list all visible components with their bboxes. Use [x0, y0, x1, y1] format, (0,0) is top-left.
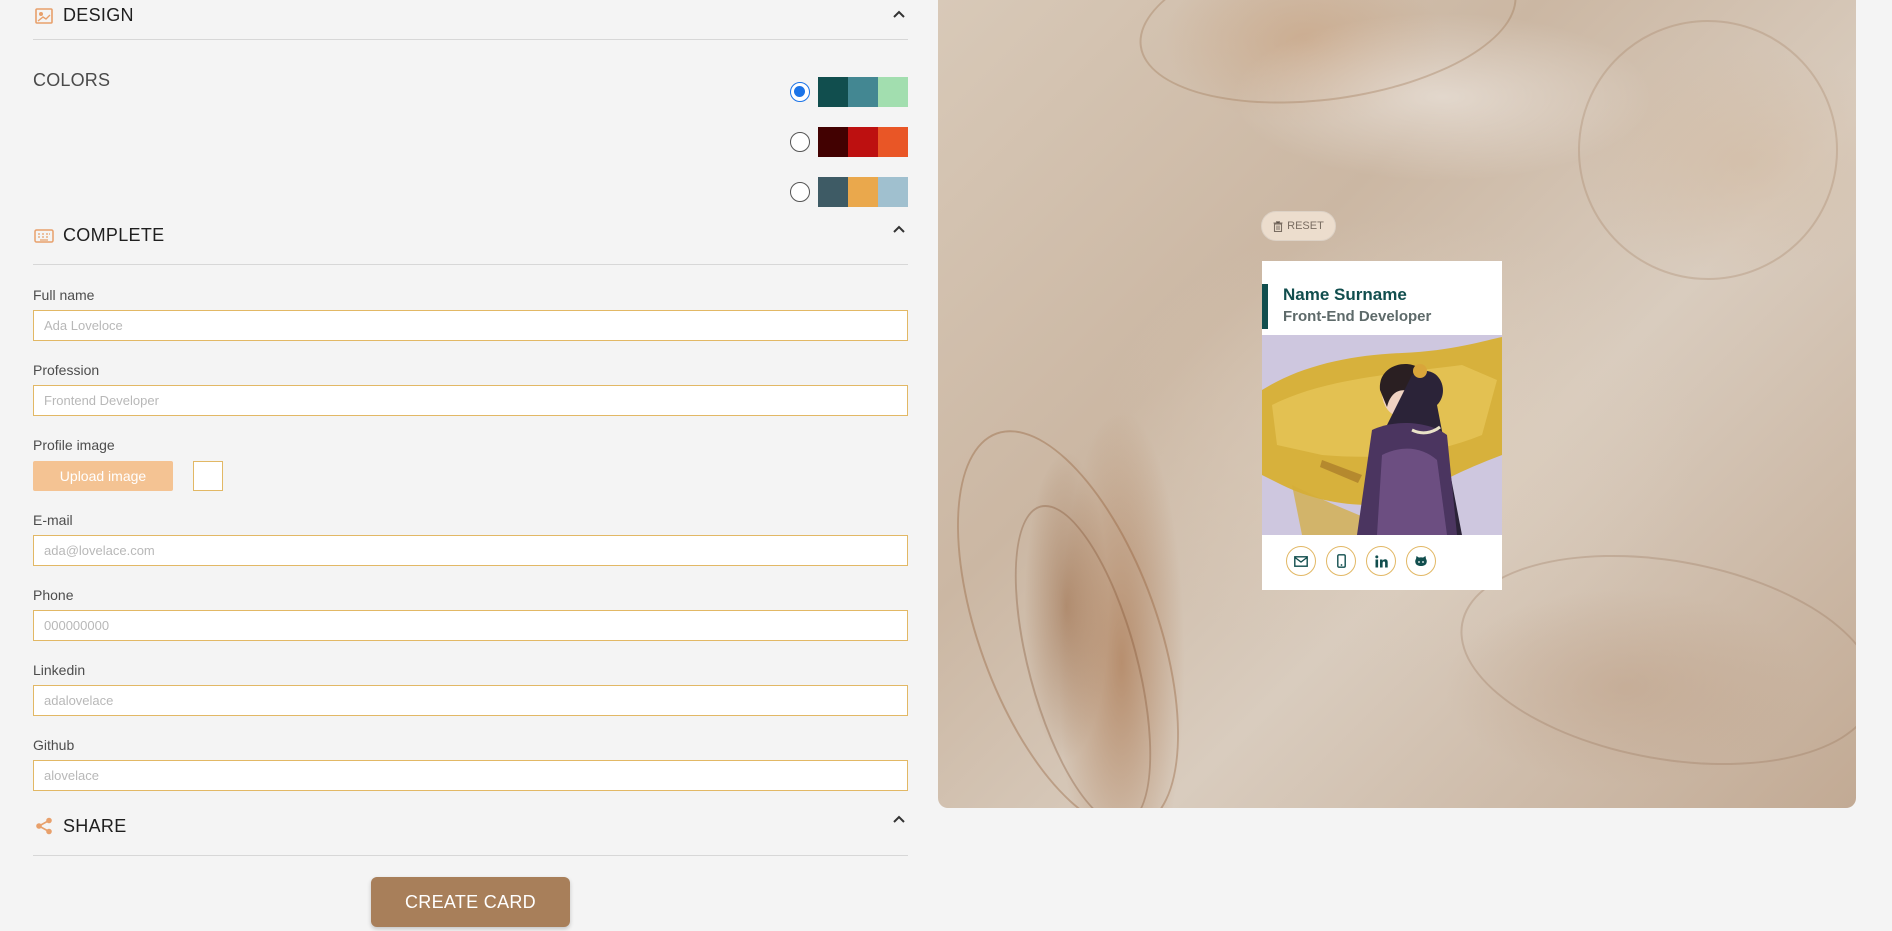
share-icon	[33, 817, 54, 835]
github-input[interactable]	[33, 760, 908, 791]
card-name-block: Name Surname Front-End Developer	[1262, 284, 1502, 329]
mobile-phone-icon[interactable]	[1326, 546, 1356, 576]
marble-vein	[1535, 0, 1856, 323]
github-icon[interactable]	[1406, 546, 1436, 576]
design-section-header[interactable]: DESIGN	[33, 0, 908, 40]
palette-swatch	[878, 177, 908, 207]
profile-image-preview	[193, 461, 223, 491]
profile-image-label: Profile image	[33, 437, 115, 453]
palette-swatch	[878, 127, 908, 157]
palette-radio-1[interactable]	[790, 82, 810, 102]
palette-option-2[interactable]	[790, 127, 908, 157]
palette-radio-2[interactable]	[790, 132, 810, 152]
card-profile-photo	[1262, 335, 1502, 535]
complete-section-title: COMPLETE	[63, 225, 165, 245]
profession-input[interactable]	[33, 385, 908, 416]
palette-swatch	[818, 177, 848, 207]
chevron-up-icon[interactable]	[890, 220, 908, 238]
palette-swatch	[848, 127, 878, 157]
palette-option-1[interactable]	[790, 77, 908, 107]
linkedin-label: Linkedin	[33, 662, 86, 678]
mail-icon[interactable]	[1286, 546, 1316, 576]
palette-swatch	[848, 177, 878, 207]
palette-swatch	[818, 127, 848, 157]
linkedin-icon[interactable]	[1366, 546, 1396, 576]
design-section-title: DESIGN	[63, 5, 134, 25]
phone-label: Phone	[33, 587, 74, 603]
palette-radio-3[interactable]	[790, 182, 810, 202]
complete-section-header[interactable]: COMPLETE	[33, 207, 908, 265]
upload-image-button[interactable]: Upload image	[33, 461, 173, 491]
reset-label: RESET	[1287, 220, 1324, 232]
palette-icon	[33, 7, 54, 25]
email-label: E-mail	[33, 512, 73, 528]
fullname-input[interactable]	[33, 310, 908, 341]
card-social-links	[1286, 546, 1436, 576]
card-preview-panel: RESET Name Surname Front-End Developer	[938, 0, 1856, 808]
chevron-up-icon[interactable]	[890, 810, 908, 828]
fullname-label: Full name	[33, 287, 95, 303]
card-name: Name Surname	[1283, 285, 1407, 304]
colors-label: COLORS	[33, 70, 111, 90]
share-section-title: SHARE	[63, 815, 127, 836]
marble-vein	[1443, 525, 1856, 795]
palette-option-3[interactable]	[790, 177, 908, 207]
github-label: Github	[33, 737, 75, 753]
create-card-button[interactable]: CREATE CARD	[371, 877, 570, 927]
card-job: Front-End Developer	[1283, 308, 1432, 325]
chevron-up-icon[interactable]	[890, 5, 908, 23]
marble-vein	[1128, 0, 1528, 126]
linkedin-input[interactable]	[33, 685, 908, 716]
palette-swatch	[818, 77, 848, 107]
form-column: DESIGN COLORS COMPLETE Full name Profess…	[33, 0, 908, 931]
profession-label: Profession	[33, 362, 100, 378]
palette-swatch	[878, 77, 908, 107]
profile-card: Name Surname Front-End Developer	[1262, 261, 1502, 590]
share-section-header[interactable]: SHARE	[33, 797, 908, 856]
palette-swatch	[848, 77, 878, 107]
reset-button[interactable]: RESET	[1261, 211, 1336, 241]
email-input[interactable]	[33, 535, 908, 566]
trash-icon	[1273, 220, 1283, 232]
keyboard-icon	[33, 227, 54, 245]
phone-input[interactable]	[33, 610, 908, 641]
